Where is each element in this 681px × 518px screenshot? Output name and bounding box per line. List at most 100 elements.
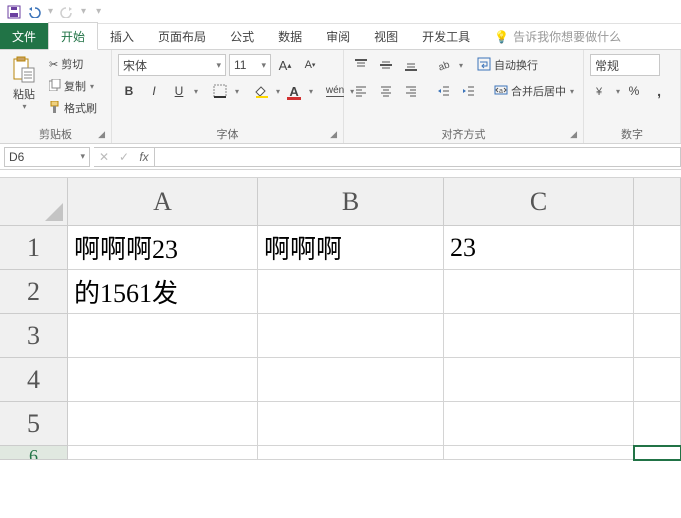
column-header-d[interactable] bbox=[634, 178, 681, 226]
column-header-b[interactable]: B bbox=[258, 178, 444, 226]
align-right-button[interactable] bbox=[400, 80, 422, 102]
tab-layout[interactable]: 页面布局 bbox=[146, 23, 218, 49]
select-all-corner[interactable] bbox=[0, 178, 68, 226]
increase-indent-button[interactable] bbox=[458, 80, 480, 102]
decrease-font-button[interactable]: A▾ bbox=[299, 54, 321, 76]
fill-color-button[interactable] bbox=[250, 80, 272, 102]
qat-customize[interactable]: ▾ bbox=[96, 6, 101, 17]
cell-a3[interactable] bbox=[68, 314, 258, 358]
tell-me[interactable]: 💡 告诉我你想要做什么 bbox=[482, 23, 633, 49]
undo-icon[interactable] bbox=[26, 4, 42, 20]
cell-c4[interactable] bbox=[444, 358, 634, 402]
grid-row: 6 bbox=[0, 446, 681, 460]
font-name-combo[interactable]: 宋体▾ bbox=[118, 54, 226, 76]
align-top-button[interactable] bbox=[350, 54, 372, 76]
merge-center-button[interactable]: a合并后居中 ▾ bbox=[491, 80, 577, 102]
cell-b4[interactable] bbox=[258, 358, 444, 402]
column-header-a[interactable]: A bbox=[68, 178, 258, 226]
cell-d3[interactable] bbox=[634, 314, 681, 358]
cell-d1[interactable] bbox=[634, 226, 681, 270]
name-box[interactable]: D6▾ bbox=[4, 147, 90, 167]
cell-b6[interactable] bbox=[258, 446, 444, 460]
percent-button[interactable]: % bbox=[623, 80, 645, 102]
cell-c6[interactable] bbox=[444, 446, 634, 460]
bold-button[interactable]: B bbox=[118, 80, 140, 102]
cancel-icon[interactable]: ✕ bbox=[94, 147, 114, 167]
cell-c3[interactable] bbox=[444, 314, 634, 358]
row-header-4[interactable]: 4 bbox=[0, 358, 68, 402]
svg-text:ab: ab bbox=[437, 59, 451, 72]
cell-b2[interactable] bbox=[258, 270, 444, 314]
tab-view[interactable]: 视图 bbox=[362, 23, 410, 49]
formula-bar: D6▾ ✕ ✓ fx bbox=[0, 144, 681, 170]
cell-a2[interactable]: 的1561发 bbox=[68, 270, 258, 314]
group-clipboard: 粘贴 ▾ ✂剪切 复制▾ 格式刷 剪贴板◢ bbox=[0, 50, 112, 143]
align-middle-button[interactable] bbox=[375, 54, 397, 76]
cell-c5[interactable] bbox=[444, 402, 634, 446]
cell-b5[interactable] bbox=[258, 402, 444, 446]
merge-label: 合并后居中 bbox=[511, 83, 566, 99]
tab-file[interactable]: 文件 bbox=[0, 23, 48, 49]
cell-a6[interactable] bbox=[68, 446, 258, 460]
row-header-5[interactable]: 5 bbox=[0, 402, 68, 446]
cell-a5[interactable] bbox=[68, 402, 258, 446]
grid-row: 3 bbox=[0, 314, 681, 358]
cell-b3[interactable] bbox=[258, 314, 444, 358]
cell-c1[interactable]: 23 bbox=[444, 226, 634, 270]
tab-insert[interactable]: 插入 bbox=[98, 23, 146, 49]
cell-b1[interactable]: 啊啊啊 bbox=[258, 226, 444, 270]
grid-row: 5 bbox=[0, 402, 681, 446]
align-bottom-button[interactable] bbox=[400, 54, 422, 76]
align-center-button[interactable] bbox=[375, 80, 397, 102]
tab-home[interactable]: 开始 bbox=[48, 22, 98, 50]
tab-formulas[interactable]: 公式 bbox=[218, 23, 266, 49]
italic-button[interactable]: I bbox=[143, 80, 165, 102]
wrap-text-button[interactable]: 自动换行 bbox=[474, 54, 541, 76]
row-header-1[interactable]: 1 bbox=[0, 226, 68, 270]
row-header-3[interactable]: 3 bbox=[0, 314, 68, 358]
cell-d6[interactable] bbox=[634, 446, 681, 460]
column-header-c[interactable]: C bbox=[444, 178, 634, 226]
cut-button[interactable]: ✂剪切 bbox=[46, 54, 100, 74]
copy-button[interactable]: 复制▾ bbox=[46, 76, 100, 96]
dialog-launcher-icon[interactable]: ◢ bbox=[570, 129, 577, 140]
underline-button[interactable]: U bbox=[168, 80, 190, 102]
cell-a4[interactable] bbox=[68, 358, 258, 402]
increase-font-button[interactable]: A▴ bbox=[274, 54, 296, 76]
fx-icon[interactable]: fx bbox=[134, 147, 154, 167]
row-header-6[interactable]: 6 bbox=[0, 446, 68, 460]
accounting-format-button[interactable]: ¥ bbox=[590, 80, 612, 102]
save-icon[interactable] bbox=[6, 4, 22, 20]
decrease-indent-button[interactable] bbox=[433, 80, 455, 102]
formula-input[interactable] bbox=[155, 147, 681, 167]
font-color-button[interactable]: A bbox=[283, 80, 305, 102]
copy-label: 复制 bbox=[64, 78, 86, 94]
font-size-combo[interactable]: 11▾ bbox=[229, 54, 271, 76]
redo-icon[interactable] bbox=[59, 4, 75, 20]
paste-button[interactable]: 粘贴 ▾ bbox=[6, 54, 42, 113]
cell-d2[interactable] bbox=[634, 270, 681, 314]
chevron-down-icon: ▾ bbox=[309, 87, 313, 96]
cell-a1[interactable]: 啊啊啊23 bbox=[68, 226, 258, 270]
row-header-2[interactable]: 2 bbox=[0, 270, 68, 314]
number-format-value: 常规 bbox=[595, 57, 619, 74]
cell-d4[interactable] bbox=[634, 358, 681, 402]
align-left-button[interactable] bbox=[350, 80, 372, 102]
dialog-launcher-icon[interactable]: ◢ bbox=[98, 129, 105, 140]
chevron-down-icon: ▾ bbox=[570, 87, 574, 96]
cell-d5[interactable] bbox=[634, 402, 681, 446]
tab-review[interactable]: 审阅 bbox=[314, 23, 362, 49]
tab-developer[interactable]: 开发工具 bbox=[410, 23, 482, 49]
chevron-down-icon: ▾ bbox=[261, 60, 266, 71]
border-button[interactable] bbox=[209, 80, 231, 102]
dialog-launcher-icon[interactable]: ◢ bbox=[330, 129, 337, 140]
cell-c2[interactable] bbox=[444, 270, 634, 314]
merge-icon: a bbox=[494, 83, 508, 100]
orientation-button[interactable]: ab bbox=[433, 54, 455, 76]
phonetic-button[interactable]: wén bbox=[324, 80, 346, 102]
enter-icon[interactable]: ✓ bbox=[114, 147, 134, 167]
format-painter-button[interactable]: 格式刷 bbox=[46, 98, 100, 118]
tab-data[interactable]: 数据 bbox=[266, 23, 314, 49]
comma-button[interactable]: , bbox=[648, 80, 670, 102]
number-format-combo[interactable]: 常规 bbox=[590, 54, 660, 76]
